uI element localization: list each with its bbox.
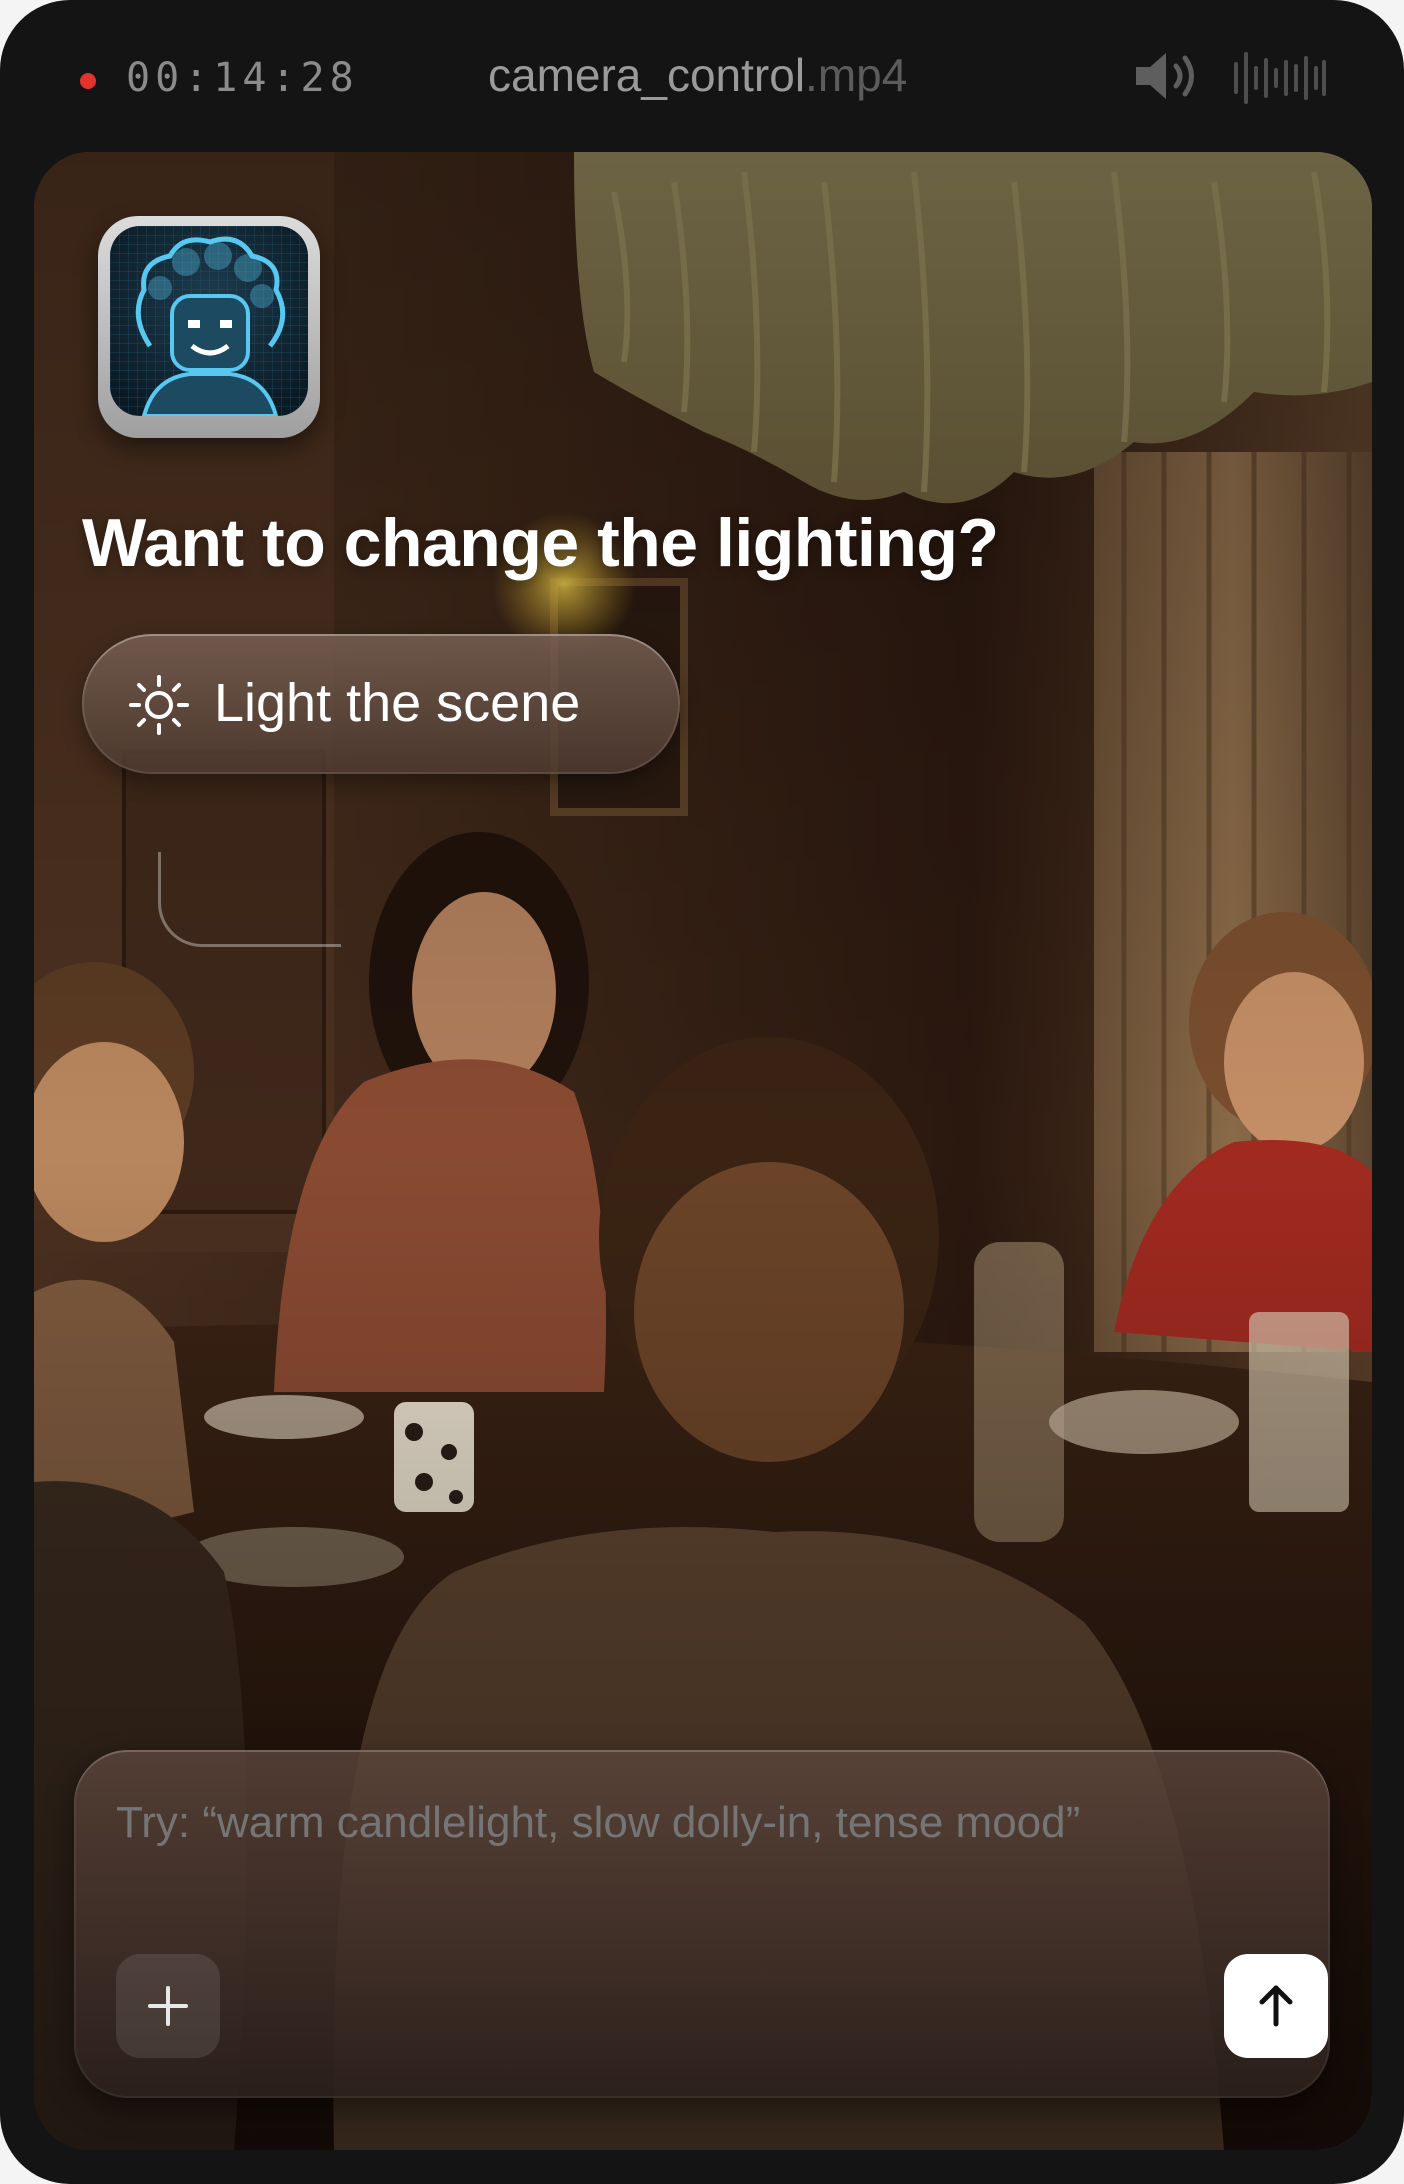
file-name-base: camera_control	[488, 49, 806, 101]
assistant-question: Want to change the lighting?	[82, 505, 999, 581]
waveform-icon[interactable]	[1232, 50, 1328, 106]
video-frame[interactable]: Want to change the lighting? Light the s…	[34, 152, 1372, 2150]
prompt-composer	[74, 1750, 1330, 2098]
suggestion-label: Light the scene	[214, 673, 581, 733]
add-button[interactable]	[116, 1954, 220, 2058]
speaker-icon[interactable]	[1132, 48, 1204, 104]
plus-icon	[148, 1986, 188, 2026]
top-bar: 00:14:28 camera_control.mp4	[0, 0, 1404, 150]
arrow-up-icon	[1259, 1985, 1293, 2027]
recording-indicator	[80, 73, 96, 89]
send-button[interactable]	[1224, 1954, 1328, 2058]
player-window: 00:14:28 camera_control.mp4 Want to chan…	[0, 0, 1404, 2184]
file-name: camera_control.mp4	[488, 48, 907, 102]
assistant-avatar	[98, 216, 320, 438]
pixel-avatar-icon	[110, 226, 308, 416]
thread-connector	[158, 852, 341, 947]
sun-icon	[129, 675, 189, 735]
file-extension: .mp4	[805, 49, 908, 101]
light-the-scene-button[interactable]: Light the scene	[82, 634, 680, 774]
prompt-input[interactable]	[116, 1798, 1286, 1848]
timecode: 00:14:28	[126, 55, 359, 101]
